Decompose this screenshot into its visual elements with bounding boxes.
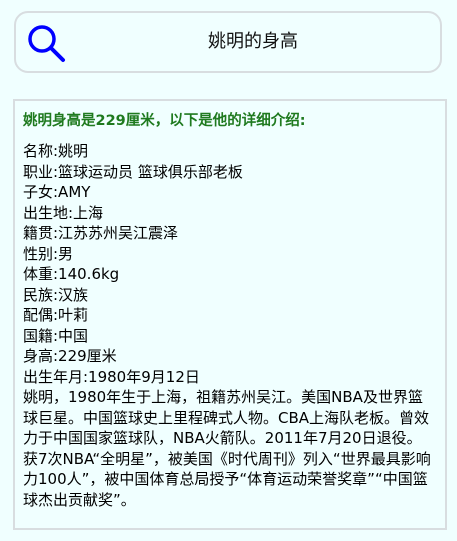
info-line: 民族:汉族 xyxy=(23,285,89,304)
bio-paragraph: 姚明，1980年生于上海，祖籍苏州吴江。美国NBA及世界篮球巨星。中国篮球史上里… xyxy=(23,388,431,509)
info-line: 名称:姚明 xyxy=(23,142,89,160)
info-line: 性别:男 xyxy=(23,244,74,263)
info-line: 出生地:上海 xyxy=(23,203,104,222)
search-bar[interactable]: 姚明的身高 xyxy=(14,11,442,73)
info-line: 子女:AMY xyxy=(23,183,91,201)
info-line: 配偶:叶莉 xyxy=(23,306,89,324)
info-line: 出生年月:1980年9月12日 xyxy=(23,367,200,386)
info-line: 职业:篮球运动员 篮球俱乐部老板 xyxy=(23,162,243,181)
info-line: 身高:229厘米 xyxy=(23,347,117,365)
info-line: 籍贯:江苏苏州吴江震泽 xyxy=(23,224,179,242)
answer-heading: 姚明身高是229厘米，以下是他的详细介绍: xyxy=(23,113,306,129)
info-list: 名称:姚明职业:篮球运动员 篮球俱乐部老板 子女:AMY 出生地:上海籍贯:江苏苏州… xyxy=(23,141,436,387)
info-line: 国籍:中国 xyxy=(23,326,89,345)
info-line: 体重:140.6kg xyxy=(23,265,120,283)
answer-card: 姚明身高是229厘米，以下是他的详细介绍: 名称:姚明职业:篮球运动员 篮球俱乐… xyxy=(13,99,447,530)
search-icon[interactable] xyxy=(26,23,66,63)
search-input[interactable]: 姚明的身高 xyxy=(76,13,430,71)
